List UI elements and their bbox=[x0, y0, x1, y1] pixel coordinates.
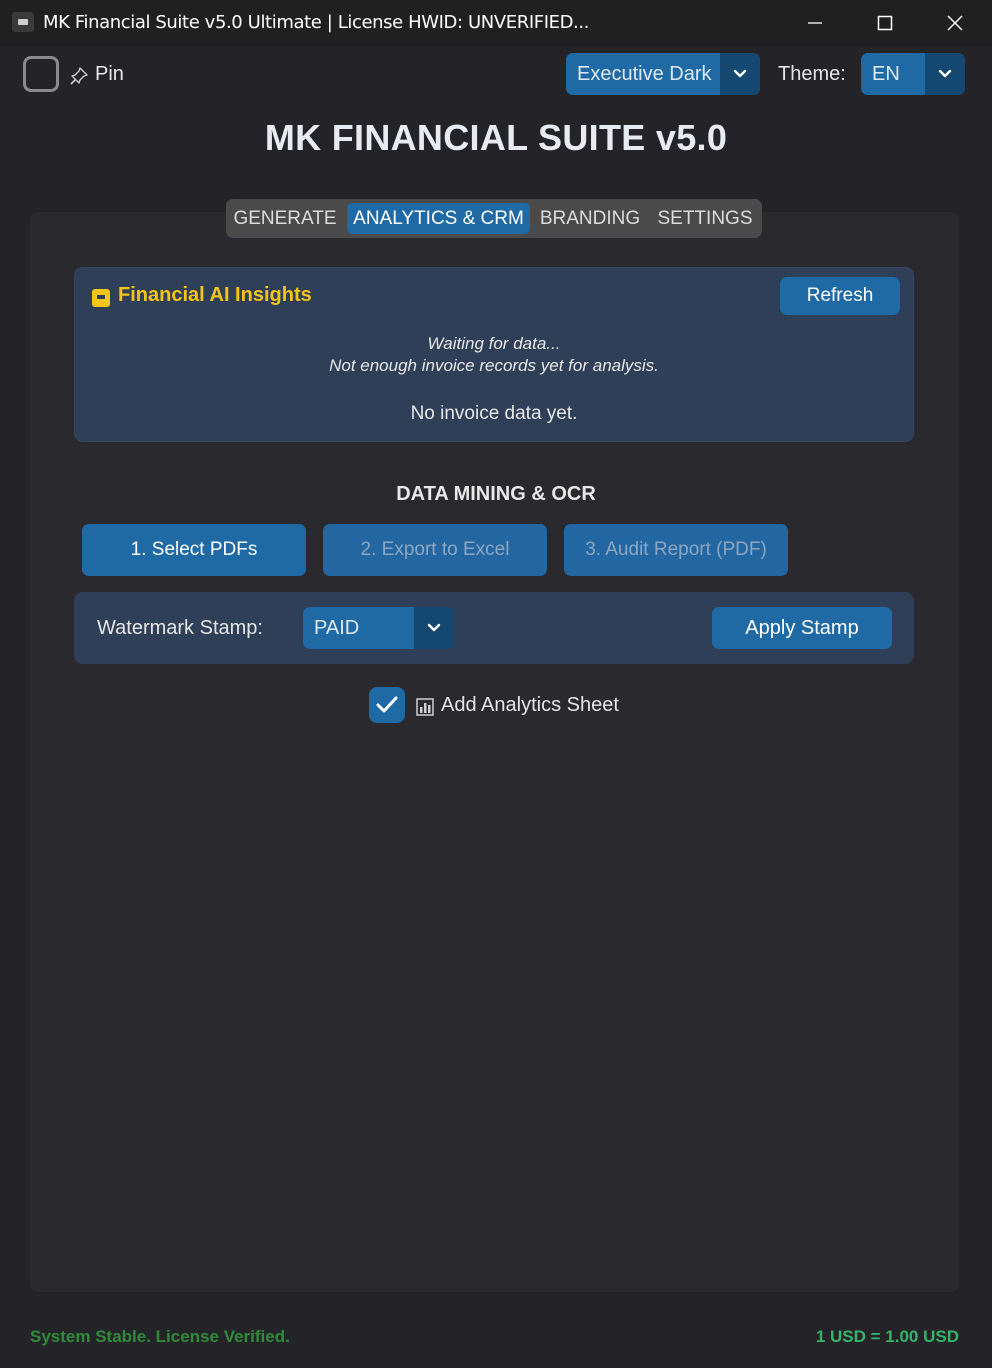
pin-checkbox[interactable] bbox=[23, 56, 59, 92]
watermark-label: Watermark Stamp: bbox=[97, 617, 263, 639]
close-button[interactable] bbox=[920, 0, 990, 46]
select-pdfs-button[interactable]: 1. Select PDFs bbox=[82, 524, 306, 576]
chevron-down-icon bbox=[938, 69, 952, 78]
tab-bar: GENERATE ANALYTICS & CRM BRANDING SETTIN… bbox=[226, 199, 762, 238]
theme-label: Theme: bbox=[778, 63, 846, 85]
pin-label[interactable]: Pin bbox=[95, 63, 124, 86]
minimize-icon bbox=[808, 22, 822, 24]
app-icon bbox=[12, 12, 34, 32]
tab-settings[interactable]: SETTINGS bbox=[653, 203, 757, 234]
language-select[interactable]: EN bbox=[861, 53, 965, 95]
refresh-button[interactable]: Refresh bbox=[780, 277, 900, 315]
analytics-sheet-label[interactable]: Add Analytics Sheet bbox=[441, 694, 619, 717]
tab-branding[interactable]: BRANDING bbox=[537, 203, 643, 234]
pin-icon bbox=[70, 67, 88, 85]
chevron-down-icon bbox=[427, 623, 441, 632]
data-mining-heading: DATA MINING & OCR bbox=[396, 483, 596, 505]
analytics-sheet-checkbox[interactable] bbox=[369, 687, 405, 723]
chevron-down-icon bbox=[733, 69, 747, 78]
no-invoice-data-text: No invoice data yet. bbox=[410, 403, 578, 424]
tab-generate[interactable]: GENERATE bbox=[230, 203, 340, 234]
appearance-select-arrow[interactable] bbox=[720, 53, 760, 95]
title-bar: MK Financial Suite v5.0 Ultimate | Licen… bbox=[0, 0, 992, 46]
watermark-select[interactable]: PAID bbox=[303, 607, 454, 649]
currency-rate: 1 USD = 1.00 USD bbox=[815, 1327, 959, 1346]
maximize-button[interactable] bbox=[850, 0, 920, 46]
apply-stamp-button[interactable]: Apply Stamp bbox=[712, 607, 892, 649]
app-title: MK FINANCIAL SUITE v5.0 bbox=[264, 117, 728, 158]
status-message: System Stable. License Verified. bbox=[30, 1327, 290, 1346]
clipboard-icon bbox=[92, 289, 110, 307]
maximize-icon bbox=[877, 15, 893, 31]
minimize-button[interactable] bbox=[780, 0, 850, 46]
language-select-value: EN bbox=[872, 63, 900, 85]
appearance-select-value: Executive Dark bbox=[577, 63, 712, 85]
tab-analytics-crm[interactable]: ANALYTICS & CRM bbox=[347, 203, 530, 234]
close-icon bbox=[947, 15, 963, 31]
watermark-select-value: PAID bbox=[314, 617, 360, 639]
audit-report-button[interactable]: 3. Audit Report (PDF) bbox=[564, 524, 788, 576]
window-title: MK Financial Suite v5.0 Ultimate | Licen… bbox=[43, 12, 589, 33]
checkmark-icon bbox=[376, 696, 398, 713]
insight-message-line2: Not enough invoice records yet for analy… bbox=[329, 356, 659, 375]
watermark-select-arrow[interactable] bbox=[414, 607, 454, 649]
insights-title: Financial AI Insights bbox=[118, 284, 312, 306]
appearance-select[interactable]: Executive Dark bbox=[566, 53, 760, 95]
language-select-arrow[interactable] bbox=[925, 53, 965, 95]
insight-message-line1: Waiting for data... bbox=[427, 334, 561, 353]
export-excel-button[interactable]: 2. Export to Excel bbox=[323, 524, 547, 576]
bar-chart-icon bbox=[416, 698, 434, 716]
